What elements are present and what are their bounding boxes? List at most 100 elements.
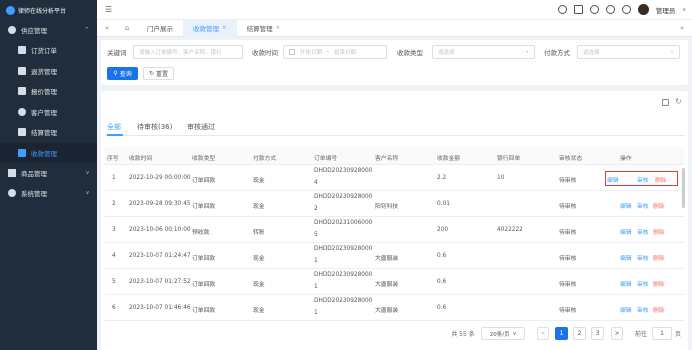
type-label: 收款类型	[397, 49, 423, 57]
delete-link[interactable]: 删除	[653, 201, 665, 210]
table-row: 2 2023-09-28 09:30:45 订单回款 现金 DHDD202309…	[104, 191, 684, 217]
tabs-scroll-left-icon[interactable]: «	[97, 24, 117, 32]
row-order-no-suffix: 1	[314, 258, 318, 264]
sidebar-item-label: 商品管理	[21, 170, 47, 178]
audit-link[interactable]: 审核	[637, 279, 649, 288]
row-status: 待审核	[559, 282, 577, 288]
reset-button-label: 重置	[156, 71, 169, 78]
refresh-icon[interactable]: ↻	[675, 97, 682, 106]
row-time: 2023-10-07 01:46:46	[129, 305, 191, 311]
sidebar-group-supply[interactable]: 供应管理 ^	[0, 20, 97, 40]
app-title: 律师在线分析平台	[18, 7, 67, 15]
page-size-value: 20条/页	[489, 331, 510, 338]
goto-suffix: 页	[674, 331, 681, 338]
row-type: 预收款	[192, 230, 210, 236]
prev-page-button[interactable]: <	[537, 327, 549, 340]
row-status: 待审核	[559, 256, 577, 262]
audit-link[interactable]: 审核	[637, 227, 649, 236]
home-icon[interactable]: ⌂	[117, 24, 137, 32]
chevron-down-icon[interactable]: ∨	[682, 7, 686, 13]
next-page-button[interactable]: >	[611, 327, 623, 340]
bell-icon[interactable]	[589, 5, 599, 14]
pay-method-select[interactable]: 请选择 ∨	[577, 45, 680, 59]
row-order-no-suffix: 2	[314, 206, 318, 212]
edit-link[interactable]: 编辑	[620, 201, 632, 210]
sidebar-item-settlement[interactable]: 结算管理	[0, 122, 97, 143]
row-amount: 0.6	[437, 305, 447, 311]
delete-link[interactable]: 删除	[653, 279, 665, 288]
keyword-placeholder: 请输入订单编号、客户名称、银行	[139, 50, 222, 56]
status-tab-pending[interactable]: 待审核(36)	[137, 122, 172, 132]
row-order-no-suffix: 4	[314, 180, 318, 186]
sidebar-group-system[interactable]: 系统管理 v	[0, 183, 97, 203]
export-icon[interactable]	[662, 99, 669, 106]
delete-link[interactable]: 删除	[653, 227, 665, 236]
row-index: 5	[112, 279, 116, 285]
table-row: 3 2023-10-06 00:10:00 预收款 转账 DHDD2023100…	[104, 217, 684, 243]
column-header: 审核状态	[559, 156, 583, 162]
search-button[interactable]: ⚲ 查询	[107, 67, 138, 80]
page-size-select[interactable]: 20条/页 ∨	[481, 327, 525, 340]
search-button-label: 查询	[119, 71, 132, 78]
sidebar-item-payment[interactable]: 收款管理	[0, 142, 97, 163]
reset-button[interactable]: ↻ 重置	[143, 67, 174, 80]
sidebar-item-return[interactable]: 退货管理	[0, 60, 97, 81]
delete-link[interactable]: 删除	[653, 305, 665, 314]
audit-link[interactable]: 审核	[637, 305, 649, 314]
user-name[interactable]: 管理员	[656, 5, 676, 15]
tab-portal[interactable]: 门户展示	[137, 20, 183, 37]
sidebar-group-goods[interactable]: 商品管理 v	[0, 163, 97, 183]
search-icon: ⚲	[113, 70, 118, 77]
close-icon[interactable]: ×	[222, 25, 227, 31]
row-type: 订单回款	[192, 178, 216, 184]
row-type: 订单回款	[192, 256, 216, 262]
end-date-placeholder: 结束日期	[334, 50, 357, 56]
page-button-3[interactable]: 3	[591, 327, 604, 340]
delete-link[interactable]: 删除	[653, 253, 665, 262]
avatar[interactable]	[637, 4, 649, 15]
row-order-no: DHDD20230928000	[314, 246, 373, 252]
edit-link[interactable]: 编辑	[620, 227, 632, 236]
range-separator: -	[327, 49, 330, 55]
type-select[interactable]: 请选择 ∨	[432, 45, 535, 59]
help-icon[interactable]	[605, 5, 615, 14]
payment-icon	[18, 148, 26, 157]
row-pay-method: 现金	[253, 256, 265, 262]
page-button-2[interactable]: 2	[573, 327, 586, 340]
row-index: 6	[112, 305, 116, 311]
column-header: 收款类型	[192, 156, 216, 162]
menu-toggle-icon[interactable]: ☰	[105, 5, 112, 14]
date-range-picker[interactable]: 开始日期 - 结束日期	[283, 45, 387, 59]
edit-link[interactable]: 编辑	[620, 253, 632, 262]
tabs-scroll-right-icon[interactable]: »	[672, 24, 692, 32]
search-icon[interactable]	[557, 5, 567, 14]
tab-payment[interactable]: 收款管理 ×	[183, 19, 237, 37]
row-amount: 200	[437, 227, 449, 233]
table-scrollbar[interactable]	[682, 168, 685, 208]
audit-link[interactable]: 审核	[637, 201, 649, 210]
time-label: 收款时间	[252, 49, 278, 57]
goto-page-input[interactable]: 1	[652, 327, 672, 340]
tabs-divider	[105, 135, 685, 136]
active-tab-indicator	[107, 134, 123, 136]
tab-settlement[interactable]: 结算管理 ×	[237, 20, 291, 37]
tabs-bar: « ⌂ 门户展示 收款管理 × 结算管理 × »	[97, 19, 692, 37]
status-tab-all[interactable]: 全部	[107, 122, 121, 132]
row-amount: 0.6	[437, 279, 447, 285]
sidebar-item-customer[interactable]: 客户管理	[0, 101, 97, 122]
row-time: 2023-09-28 09:30:45	[129, 201, 191, 207]
status-tab-approved[interactable]: 审核通过	[187, 122, 215, 132]
keyword-input[interactable]: 请输入订单编号、客户名称、银行	[133, 45, 243, 59]
column-header: 收款时间	[129, 156, 153, 162]
table-row: 6 2023-10-07 01:46:46 订单回款 现金 DHDD202309…	[104, 295, 684, 321]
audit-link[interactable]: 审核	[637, 253, 649, 262]
message-icon[interactable]	[573, 5, 583, 14]
globe-icon[interactable]	[621, 5, 631, 14]
edit-link[interactable]: 编辑	[620, 279, 632, 288]
sidebar-item-order[interactable]: 订货订单	[0, 40, 97, 61]
topbar-actions: 管理员 ∨	[557, 4, 686, 15]
close-icon[interactable]: ×	[276, 25, 281, 31]
sidebar-item-quote[interactable]: 报价管理	[0, 81, 97, 102]
edit-link[interactable]: 编辑	[620, 305, 632, 314]
page-button-1[interactable]: 1	[555, 327, 568, 340]
